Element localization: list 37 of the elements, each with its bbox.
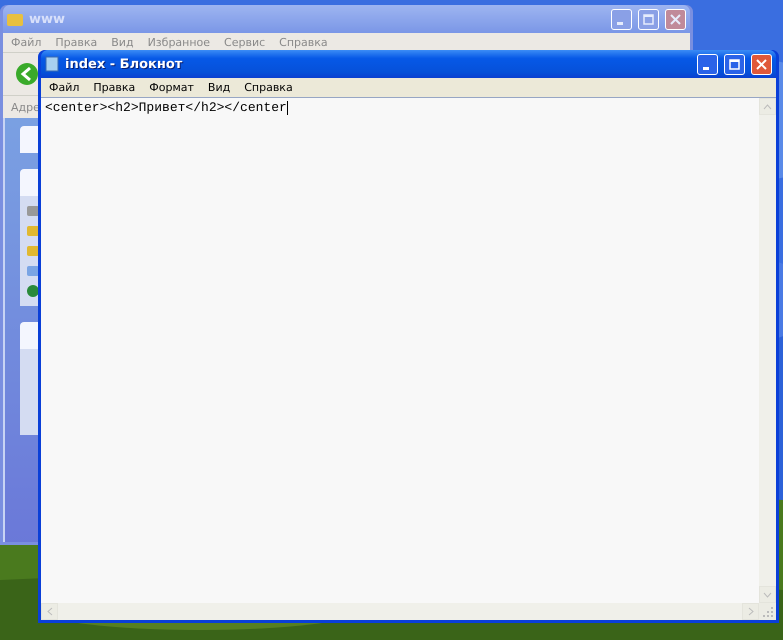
- chevron-right-icon: [748, 607, 754, 616]
- resize-grip-icon[interactable]: [759, 603, 776, 620]
- chevron-down-icon: [763, 592, 772, 598]
- close-icon: [670, 14, 681, 24]
- folder-icon: [26, 244, 38, 258]
- address-label: Адре: [11, 100, 40, 114]
- panel-header[interactable]: [20, 169, 38, 196]
- panel-header[interactable]: [20, 126, 38, 153]
- scroll-left-button[interactable]: [41, 603, 58, 620]
- chevron-left-icon: [46, 607, 52, 616]
- maximize-button[interactable]: [638, 8, 659, 30]
- folder-icon: [26, 224, 38, 238]
- close-icon: [756, 58, 767, 70]
- minimize-icon: [703, 66, 709, 70]
- notepad-icon: [45, 56, 59, 72]
- scroll-down-button[interactable]: [759, 586, 776, 603]
- close-button[interactable]: [751, 54, 772, 74]
- close-button[interactable]: [665, 8, 686, 30]
- window-title: index - Блокнот: [65, 56, 184, 72]
- panel-header[interactable]: [20, 322, 38, 349]
- folder-icon: [7, 12, 23, 26]
- scroll-up-button[interactable]: [759, 98, 776, 115]
- window-title: www: [29, 12, 66, 26]
- maximize-icon: [729, 58, 740, 70]
- menu-item[interactable]: Вид: [202, 81, 236, 94]
- minimize-button[interactable]: [697, 54, 718, 74]
- minimize-button[interactable]: [611, 8, 632, 30]
- menu-item[interactable]: Файл: [43, 81, 86, 94]
- menu-item[interactable]: Справка: [238, 81, 299, 94]
- menu-item[interactable]: Правка: [87, 81, 142, 94]
- minimize-icon: [617, 22, 623, 24]
- globe-icon: [26, 284, 38, 298]
- scroll-right-button[interactable]: [742, 603, 759, 620]
- maximize-icon: [643, 14, 654, 24]
- chevron-up-icon: [763, 104, 772, 110]
- maximize-button[interactable]: [724, 54, 745, 74]
- menu-item[interactable]: Формат: [143, 81, 200, 94]
